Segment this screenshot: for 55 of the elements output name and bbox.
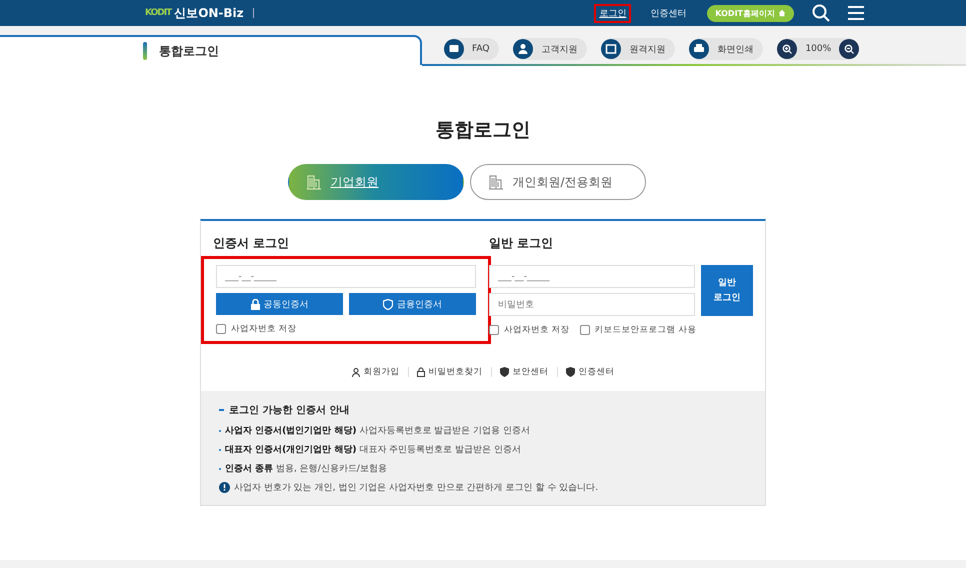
business-number-field[interactable]: ___-__-_____ [489,265,695,288]
footer-link[interactable]: 인증센터 [566,366,614,378]
person-icon [352,368,360,376]
person-icon [513,39,534,59]
logo-mark[interactable]: KODIT [145,8,172,18]
zoom-level: 100% [805,44,832,54]
guide-item: 인증서 종류 범용, 은행/신용카드/보험용 [225,463,387,475]
checkbox[interactable] [216,324,226,334]
lock-icon [250,298,260,310]
building-icon [488,174,502,190]
footer-link[interactable]: 보안센터 [500,366,548,378]
chat-icon [444,39,464,59]
page-tab-label: 통합로그인 [159,42,219,60]
lock-icon [416,367,424,377]
monitor-icon [601,39,622,59]
checkbox-label: 사업자번호 저장 [504,324,570,336]
shield-icon [500,367,508,377]
page-title: 통합로그인 [436,118,530,143]
guide-heading: 로그인 가능한 인증서 안내 [229,404,350,417]
password-field[interactable]: 비밀번호 [489,293,695,316]
zoom-out-icon[interactable] [839,39,860,59]
toolbar-button[interactable]: 원격지원 [601,38,676,60]
member-tab[interactable]: 기업회원 [288,164,464,200]
footer-link[interactable]: 회원가입 [352,366,400,378]
toolbar-button[interactable]: 화면인쇄 [689,38,764,60]
menu-icon[interactable] [848,6,864,20]
shield-icon [383,298,393,310]
section-heading: 인증서 로그인 [213,235,290,252]
checkbox[interactable] [489,325,499,335]
certificate-button[interactable]: 금융인증서 [349,293,476,315]
header-link[interactable]: 로그인 [596,6,630,20]
business-number-field[interactable]: ___-__-_____ [216,265,476,288]
guide-note: 사업자 번호가 있는 개인, 법인 기업은 사업자번호 만으로 간편하게 로그인 할 수 있습니다. [234,482,598,494]
house-icon [778,9,786,17]
logo-text[interactable]: 신보ON-Biz [174,4,244,22]
building-icon [306,174,320,190]
zoom-in-icon[interactable] [777,39,798,59]
header-link[interactable]: 인증센터 [647,6,690,20]
guide-item: 대표자 인증서(개인기업만 해당) 대표자 주민등록번호로 발급받은 인증서 [225,444,521,456]
section-heading: 일반 로그인 [489,235,554,252]
member-tab[interactable]: 개인회원/전용회원 [470,164,646,200]
checkbox-label: 키보드보안프로그램 사용 [594,324,696,336]
checkbox[interactable] [580,325,590,335]
info-icon [219,482,230,493]
guide-item: 사업자 인증서(법인기업만 해당) 사업자등록번호로 발급받은 기업용 인증서 [225,425,530,437]
checkbox-label: 사업자번호 저장 [231,323,297,335]
login-button[interactable]: 일반 로그인 [701,265,753,316]
certificate-button[interactable]: 공동인증서 [216,293,343,315]
toolbar-button[interactable]: FAQ [444,38,500,60]
printer-icon [689,39,710,59]
footer-link[interactable]: 비밀번호찾기 [416,366,482,378]
search-icon[interactable] [812,4,830,22]
shield-icon [566,367,574,377]
toolbar-button[interactable]: 고객지원 [513,38,588,60]
page-tab[interactable]: 통합로그인 [0,35,422,65]
